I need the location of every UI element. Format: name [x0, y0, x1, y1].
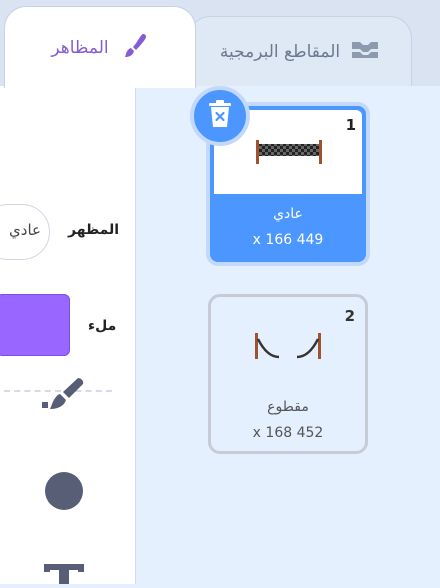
costume-list: 1 عادي x 166 449 2 مقطوع x 168 452 — [136, 86, 440, 584]
tab-costumes-label: المظاهر — [51, 37, 109, 58]
circle-icon[interactable] — [42, 470, 86, 516]
tab-code-label: المقاطع البرمجية — [219, 41, 341, 62]
costume-tile-2[interactable]: 2 مقطوع x 168 452 — [208, 294, 368, 454]
costume-name: مقطوع — [267, 399, 309, 415]
tab-costumes[interactable]: المظاهر — [4, 6, 196, 88]
trash-icon — [206, 99, 234, 133]
costume-name: عادي — [273, 206, 303, 222]
costume-number: 2 — [344, 307, 355, 325]
costume-thumbnail — [211, 317, 365, 377]
paintbrush-icon — [119, 31, 149, 65]
fill-label: ملء — [88, 318, 117, 334]
costume-name-value: عادي — [9, 221, 41, 239]
text-icon[interactable] — [42, 562, 86, 588]
code-blocks-icon — [350, 39, 380, 65]
brush-icon[interactable] — [38, 372, 90, 424]
paint-editor-panel: عادي المظهر ملء — [0, 86, 136, 584]
costume-name-input[interactable]: عادي — [0, 204, 50, 260]
fill-color-swatch[interactable] — [0, 294, 70, 356]
tab-code[interactable]: المقاطع البرمجية — [188, 16, 412, 86]
costume-size: x 166 449 — [252, 232, 324, 248]
costume-number: 1 — [345, 116, 356, 134]
delete-costume-button[interactable] — [190, 86, 250, 146]
editor-tabs: المقاطع البرمجية المظاهر — [0, 0, 440, 88]
costume-size: x 168 452 — [252, 425, 324, 441]
costume-label: المظهر — [68, 222, 120, 238]
